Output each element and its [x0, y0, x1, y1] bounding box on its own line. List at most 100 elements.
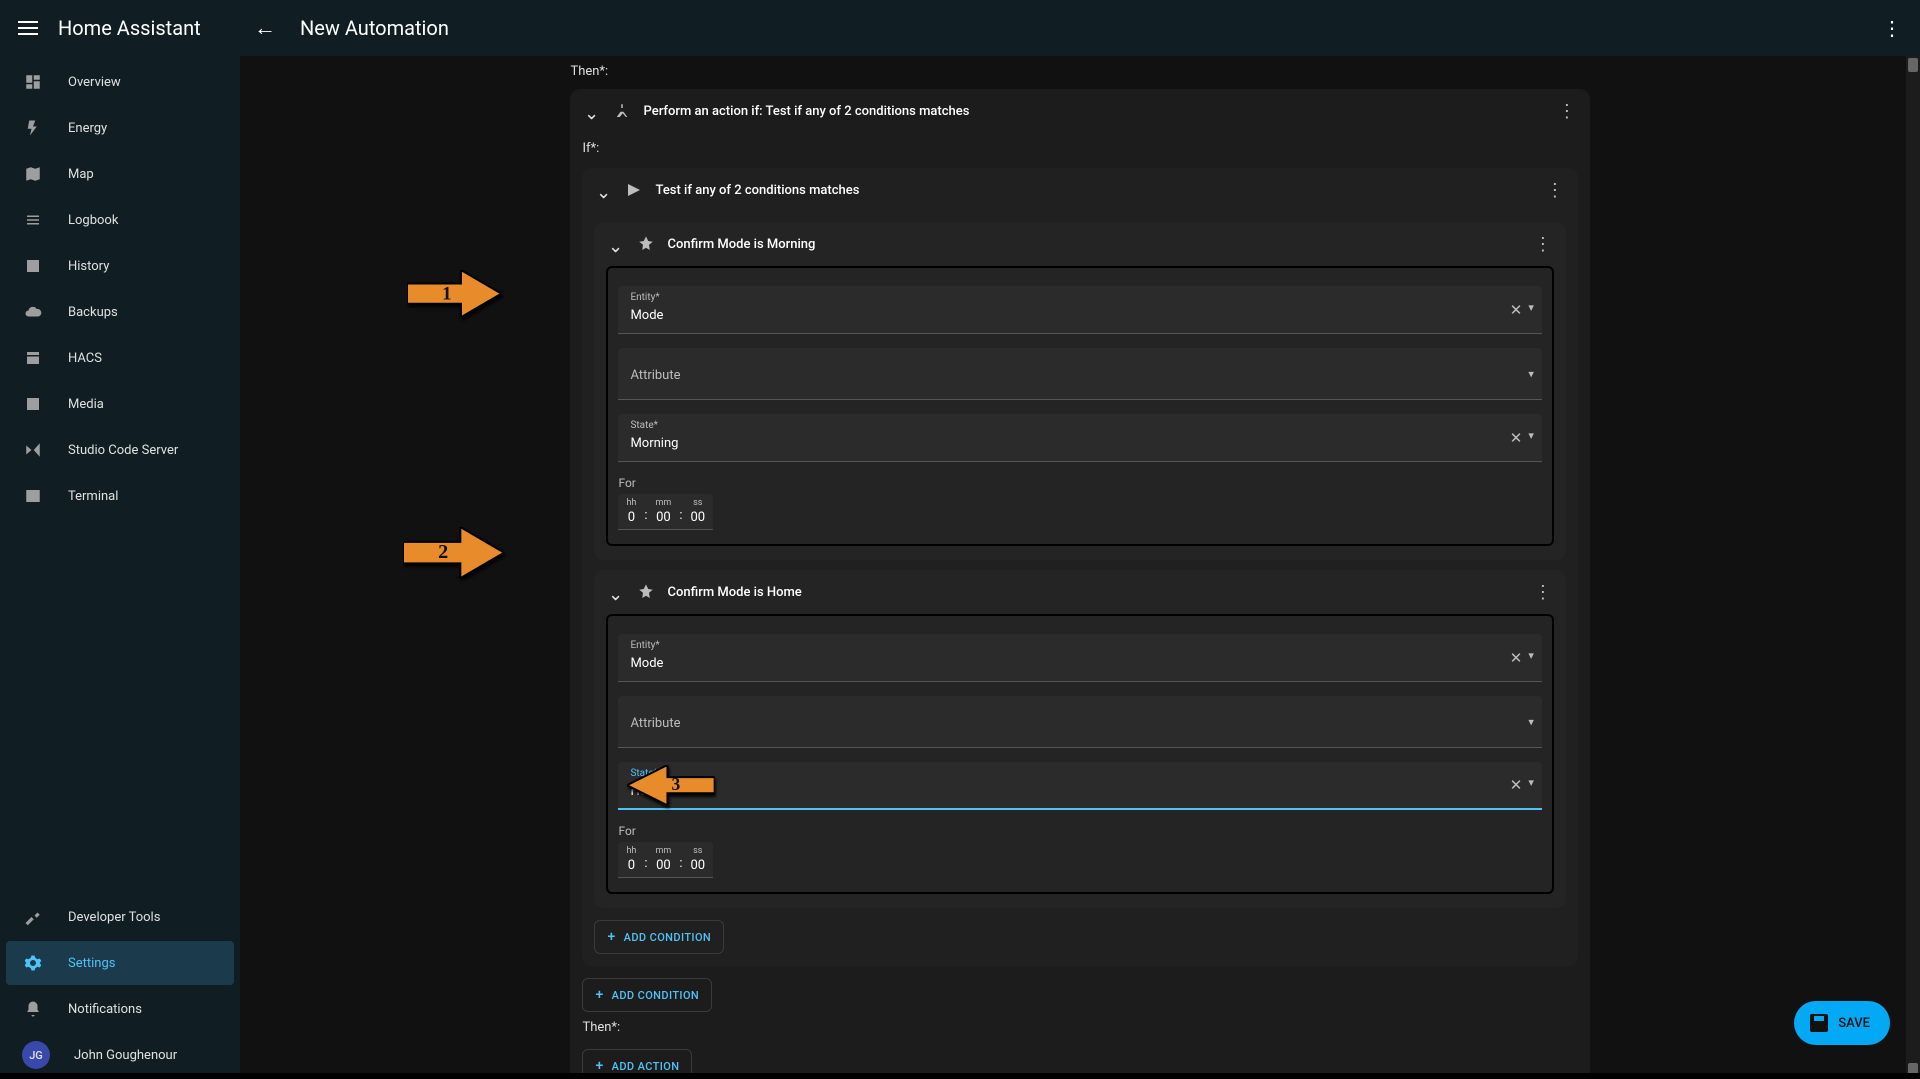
condition-menu[interactable]: ⋮: [1534, 234, 1552, 255]
action-card-title: Perform an action if: Test if any of 2 c…: [644, 104, 1546, 119]
field-label: State*: [630, 768, 658, 779]
condition-title: Confirm Mode is Home: [668, 585, 1522, 600]
field-label: Entity*: [630, 292, 659, 303]
bottom-strip: [0, 1073, 1920, 1079]
condition-icon: [624, 180, 644, 200]
back-button[interactable]: ←: [254, 15, 276, 41]
sidebar-item-label: Map: [68, 167, 94, 182]
add-condition-label: ADD CONDITION: [624, 931, 712, 944]
if-label: If*:: [570, 133, 1589, 158]
add-condition-outer-button[interactable]: + ADD CONDITION: [582, 978, 712, 1012]
condition-group-menu[interactable]: ⋮: [1546, 180, 1564, 201]
page-menu-button[interactable]: ⋮: [1882, 16, 1920, 40]
chevron-down-icon[interactable]: ▾: [1528, 429, 1534, 447]
scrollbar[interactable]: [1906, 56, 1920, 1079]
save-button[interactable]: SAVE: [1794, 1001, 1890, 1045]
condition-title: Confirm Mode is Morning: [668, 237, 1522, 252]
page-title: New Automation: [300, 16, 449, 40]
sidebar-item-label: Overview: [68, 75, 121, 90]
then-label-bottom: Then*:: [570, 1012, 1589, 1037]
sidebar-item-settings[interactable]: Settings: [6, 941, 234, 985]
hh-label: hh: [626, 498, 636, 508]
chevron-down-icon[interactable]: ▾: [1528, 649, 1534, 667]
for-label: For: [618, 476, 1541, 490]
sidebar-item-backups[interactable]: Backups: [6, 290, 234, 334]
sidebar: Overview Energy Map Logbook History Back…: [0, 56, 240, 1079]
action-card-menu[interactable]: ⋮: [1558, 101, 1576, 122]
entity-field[interactable]: Entity* Mode ✕ ▾: [618, 634, 1541, 682]
ss-label: ss: [693, 498, 702, 508]
sidebar-item-label: Studio Code Server: [68, 443, 178, 458]
collapse-icon[interactable]: ⌃: [608, 582, 623, 603]
state-icon: [636, 234, 656, 254]
list-icon: [22, 209, 44, 231]
sidebar-item-studio[interactable]: Studio Code Server: [6, 428, 234, 472]
chevron-down-icon[interactable]: ▾: [1528, 715, 1534, 728]
sidebar-item-label: Terminal: [68, 489, 118, 504]
condition-group-title: Test if any of 2 conditions matches: [656, 183, 1534, 198]
sidebar-item-notifications[interactable]: Notifications: [6, 987, 234, 1031]
condition-card-2: ⌃ Confirm Mode is Home ⋮ Entity* Mode ✕: [594, 570, 1565, 908]
hh-value: 0: [628, 510, 635, 525]
condition-group-card: ⌃ Test if any of 2 conditions matches ⋮ …: [582, 168, 1577, 966]
sidebar-item-energy[interactable]: Energy: [6, 106, 234, 150]
vscode-icon: [22, 439, 44, 461]
play-icon: [22, 393, 44, 415]
clear-icon[interactable]: ✕: [1510, 776, 1523, 794]
collapse-icon[interactable]: ⌃: [584, 101, 599, 122]
clear-icon[interactable]: ✕: [1510, 301, 1523, 319]
bolt-icon: [22, 117, 44, 139]
add-condition-inner-button[interactable]: + ADD CONDITION: [594, 920, 724, 954]
clear-icon[interactable]: ✕: [1510, 649, 1523, 667]
sidebar-item-media[interactable]: Media: [6, 382, 234, 426]
sidebar-item-label: History: [68, 259, 109, 274]
duration-input[interactable]: hh0 : mm00 : ss00: [618, 494, 713, 530]
bell-icon: [22, 998, 44, 1020]
mm-label: mm: [656, 498, 672, 508]
sidebar-item-label: Energy: [68, 121, 107, 136]
user-name: John Goughenour: [74, 1048, 177, 1063]
sidebar-item-devtools[interactable]: Developer Tools: [6, 895, 234, 939]
collapse-icon[interactable]: ⌃: [608, 234, 623, 255]
sidebar-item-user[interactable]: JG John Goughenour: [6, 1033, 234, 1077]
main-scroll[interactable]: Then*: ⌃ Perform an action if: Test if a…: [240, 56, 1902, 1079]
ss-value: 00: [690, 858, 705, 873]
chevron-down-icon[interactable]: ▾: [1528, 776, 1534, 794]
map-icon: [22, 163, 44, 185]
state-field[interactable]: State* Morning ✕ ▾: [618, 414, 1541, 462]
duration-input[interactable]: hh0 : mm00 : ss00: [618, 842, 713, 878]
state-value: Home: [630, 784, 665, 799]
sidebar-item-map[interactable]: Map: [6, 152, 234, 196]
attribute-field[interactable]: Attribute ▾: [618, 696, 1541, 748]
sidebar-item-label: Developer Tools: [68, 910, 160, 925]
state-value: Morning: [630, 436, 678, 451]
sidebar-item-hacs[interactable]: HACS: [6, 336, 234, 380]
condition-menu[interactable]: ⋮: [1534, 582, 1552, 603]
attribute-field[interactable]: Attribute ▾: [618, 348, 1541, 400]
sidebar-item-logbook[interactable]: Logbook: [6, 198, 234, 242]
app-name: Home Assistant: [58, 16, 201, 40]
sidebar-item-history[interactable]: History: [6, 244, 234, 288]
sidebar-item-terminal[interactable]: Terminal: [6, 474, 234, 518]
ss-value: 00: [690, 510, 705, 525]
sidebar-item-label: Notifications: [68, 1002, 142, 1017]
sidebar-item-label: Logbook: [68, 213, 118, 228]
sidebar-item-label: Backups: [68, 305, 118, 320]
sidebar-item-label: Settings: [68, 956, 115, 971]
clear-icon[interactable]: ✕: [1510, 429, 1523, 447]
terminal-icon: [22, 485, 44, 507]
sidebar-toggle[interactable]: [18, 21, 38, 35]
chevron-down-icon[interactable]: ▾: [1528, 367, 1534, 380]
mm-label: mm: [656, 846, 672, 856]
state-field[interactable]: State* Home ✕ ▾: [618, 762, 1541, 810]
scroll-up[interactable]: [1908, 58, 1918, 72]
add-condition-label: ADD CONDITION: [612, 989, 700, 1002]
attribute-placeholder: Attribute: [630, 716, 680, 731]
entity-field[interactable]: Entity* Mode ✕ ▾: [618, 286, 1541, 334]
plus-icon: +: [595, 987, 603, 1003]
sidebar-item-overview[interactable]: Overview: [6, 60, 234, 104]
collapse-icon[interactable]: ⌃: [596, 180, 611, 201]
mm-value: 00: [656, 858, 671, 873]
chevron-down-icon[interactable]: ▾: [1528, 301, 1534, 319]
attribute-placeholder: Attribute: [630, 368, 680, 383]
